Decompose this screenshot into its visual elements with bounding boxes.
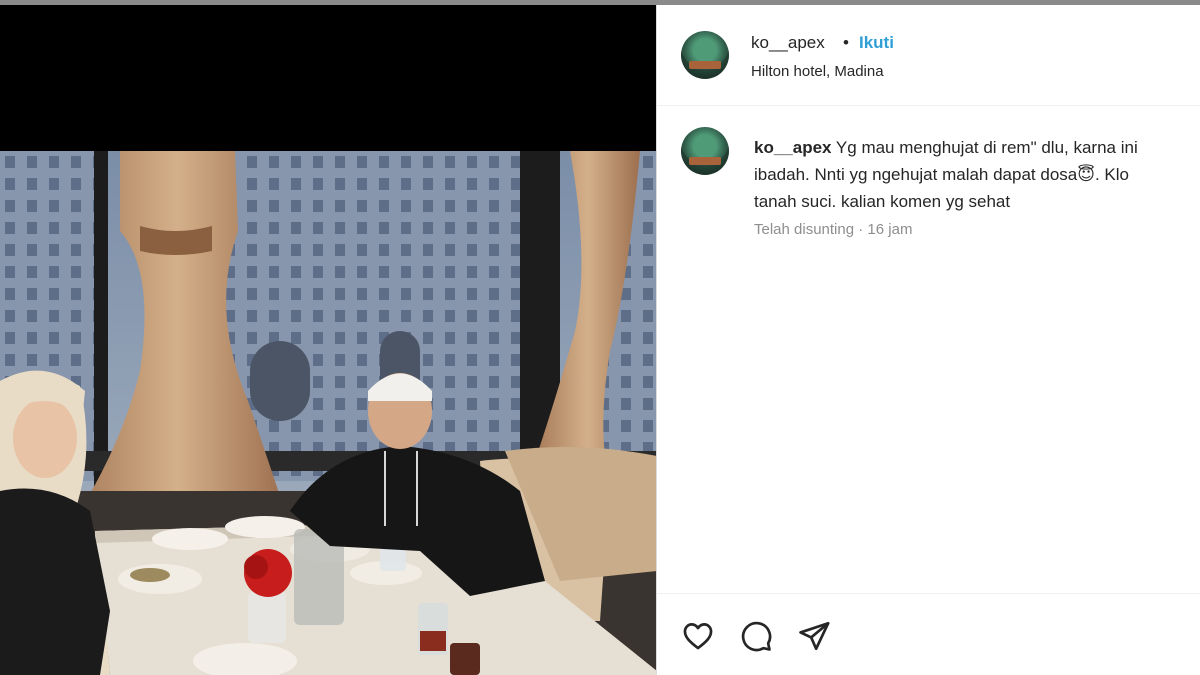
post-caption: ko__apex Yg mau menghujat di rem" dlu, k…: [754, 134, 1200, 215]
send-icon[interactable]: [797, 619, 831, 653]
edited-label: Telah disunting: [754, 221, 855, 238]
caption-line-2: ibadah. Nnti yg ngehujat malah dapat dos…: [754, 165, 1129, 184]
post-location[interactable]: Hilton hotel, Madina: [751, 63, 884, 80]
caption-meta: Telah disunting · 16 jam: [754, 221, 912, 238]
comment-icon[interactable]: [739, 619, 773, 653]
follow-button[interactable]: Ikuti: [859, 33, 894, 53]
post-photo: [0, 151, 657, 675]
actions-divider: [657, 593, 1200, 594]
caption-avatar[interactable]: [681, 127, 729, 175]
avatar[interactable]: [681, 31, 729, 79]
post-time[interactable]: 16 jam: [867, 221, 912, 238]
separator-dot: •: [843, 33, 849, 52]
time-separator: ·: [858, 221, 864, 238]
header-divider: [657, 105, 1200, 106]
action-bar: [657, 595, 1200, 675]
post-username[interactable]: ko__apex: [751, 33, 825, 53]
post-header: ko__apex • Ikuti Hilton hotel, Madina: [657, 5, 1200, 105]
caption-username[interactable]: ko__apex: [754, 138, 832, 157]
heart-icon[interactable]: [681, 619, 715, 653]
caption-line-3: tanah suci. kalian komen yg sehat: [754, 192, 1011, 211]
post-panel: ko__apex • Ikuti Hilton hotel, Madina ko…: [657, 5, 1200, 675]
caption-line-1: Yg mau menghujat di rem" dlu, karna ini: [835, 138, 1138, 157]
post-media[interactable]: [0, 5, 657, 675]
